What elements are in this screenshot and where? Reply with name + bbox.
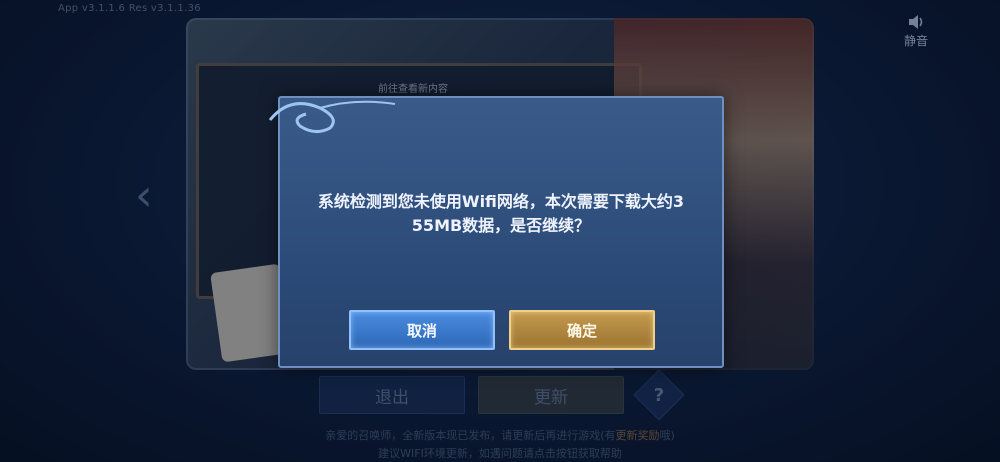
cancel-button[interactable]: 取消: [349, 310, 495, 350]
dialog-message-line-1: 系统检测到您未使用Wifi网络，本次需要下载大约3: [317, 192, 685, 211]
dialog-message: 系统检测到您未使用Wifi网络，本次需要下载大约3 55MB数据，是否继续？: [298, 190, 704, 238]
cloud-swirl-icon: [268, 100, 396, 133]
confirm-button[interactable]: 确定: [509, 310, 655, 350]
wifi-warning-dialog: 系统检测到您未使用Wifi网络，本次需要下载大约3 55MB数据，是否继续？ 取…: [268, 96, 724, 368]
dialog-message-line-2: 55MB数据，是否继续？: [411, 216, 591, 235]
